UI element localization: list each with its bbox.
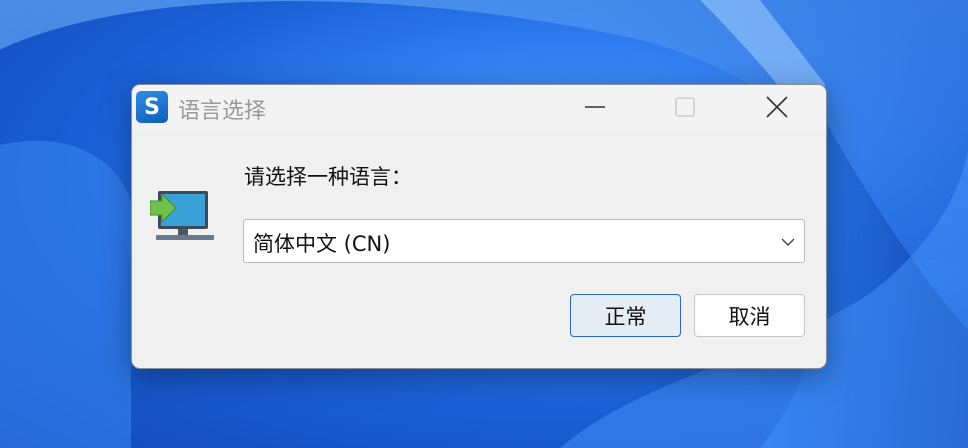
close-button[interactable] <box>754 85 800 129</box>
window-title: 语言选择 <box>178 99 267 124</box>
chevron-down-icon <box>781 238 795 246</box>
minimize-button[interactable] <box>572 85 618 129</box>
title-bar[interactable]: S 语言选择 <box>132 85 826 129</box>
language-select[interactable]: 简体中文 (CN) <box>243 219 805 263</box>
maximize-button[interactable] <box>662 85 708 129</box>
maximize-icon <box>675 97 695 117</box>
language-prompt: 请选择一种语言： <box>244 165 412 189</box>
app-logo-icon: S <box>136 91 168 123</box>
close-icon <box>766 96 788 118</box>
language-dialog: S 语言选择 请选择一种语言： 简体中文 (CN) 正常 取消 <box>131 84 827 369</box>
app-logo-letter: S <box>144 94 160 120</box>
ok-button[interactable]: 正常 <box>570 294 681 337</box>
minimize-icon <box>585 106 605 108</box>
language-select-value: 简体中文 (CN) <box>253 232 391 256</box>
cancel-button[interactable]: 取消 <box>694 294 805 337</box>
monitor-arrow-icon <box>150 191 214 240</box>
